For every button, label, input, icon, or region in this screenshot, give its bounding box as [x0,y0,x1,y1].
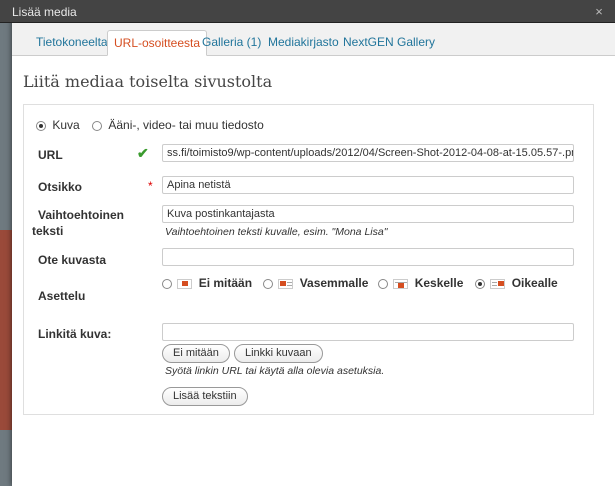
tab-media-library[interactable]: Mediakirjasto [262,30,345,56]
align-none-icon [177,278,193,289]
link-image-label: Linkitä kuva: [38,327,112,341]
align-right-option[interactable]: Oikealle [475,276,558,290]
add-media-dialog: Lisää media × Tietokoneelta URL-osoittee… [0,0,615,486]
alt-text-input[interactable]: Kuva postinkantajasta [162,205,574,223]
background-strip-lower [0,230,12,430]
checkmark-icon: ✔ [137,145,149,161]
align-none-radio[interactable] [162,278,172,289]
tab-from-computer[interactable]: Tietokoneelta [30,30,114,56]
align-center-radio[interactable] [378,278,388,289]
caption-input[interactable] [162,248,574,266]
alt-text-hint: Vaihtoehtoinen teksti kuvalle, esim. "Mo… [165,226,388,238]
align-left-icon [278,278,294,289]
align-left-label: Vasemmalle [299,276,369,290]
media-tabs: Tietokoneelta URL-osoitteesta Galleria (… [12,23,615,56]
media-type-image-label: Kuva [52,118,80,132]
media-type-file-radio[interactable] [92,120,102,131]
align-none-label: Ei mitään [198,276,253,290]
alignment-label: Asettelu [38,289,86,303]
dialog-titlebar: Lisää media × [0,0,615,23]
url-input[interactable]: ss.fi/toimisto9/wp-content/uploads/2012/… [162,144,574,162]
alt-text-label-line1: Vaihtoehtoinen [38,208,125,222]
align-none-option[interactable]: Ei mitään [162,276,252,290]
tab-nextgen-gallery[interactable]: NextGEN Gallery [337,30,441,56]
media-type-image-option[interactable]: Kuva [36,118,80,132]
required-marker: * [148,179,153,193]
title-input[interactable]: Apina netistä [162,176,574,194]
alt-text-label-line2: teksti [32,224,64,238]
align-right-icon [490,278,506,289]
align-left-radio[interactable] [263,278,273,289]
media-type-image-radio[interactable] [36,120,46,131]
tab-gallery[interactable]: Galleria (1) [196,30,267,56]
align-right-label: Oikealle [511,276,558,290]
link-url-input[interactable] [162,323,574,341]
media-type-file-label: Ääni-, video- tai muu tiedosto [108,118,264,132]
align-right-radio[interactable] [475,278,485,289]
insert-from-url-form: Kuva Ääni-, video- tai muu tiedosto URL … [23,104,594,415]
dialog-title: Lisää media [12,5,77,19]
link-to-image-button[interactable]: Linkki kuvaan [234,344,323,363]
link-hint: Syötä linkin URL tai käytä alla olevia a… [165,365,385,377]
align-center-icon [393,278,409,289]
media-type-file-option[interactable]: Ääni-, video- tai muu tiedosto [92,118,264,132]
align-center-option[interactable]: Keskelle [378,276,463,290]
url-label: URL [38,148,63,162]
align-center-label: Keskelle [414,276,464,290]
align-left-option[interactable]: Vasemmalle [263,276,368,290]
tab-from-url[interactable]: URL-osoitteesta [107,30,208,56]
link-none-button[interactable]: Ei mitään [162,344,230,363]
caption-label: Ote kuvasta [38,253,107,267]
insert-into-post-button[interactable]: Lisää tekstiin [162,387,248,406]
close-icon[interactable]: × [591,4,607,20]
title-label: Otsikko [38,180,83,194]
page-title: Liitä mediaa toiselta sivustolta [23,72,273,91]
